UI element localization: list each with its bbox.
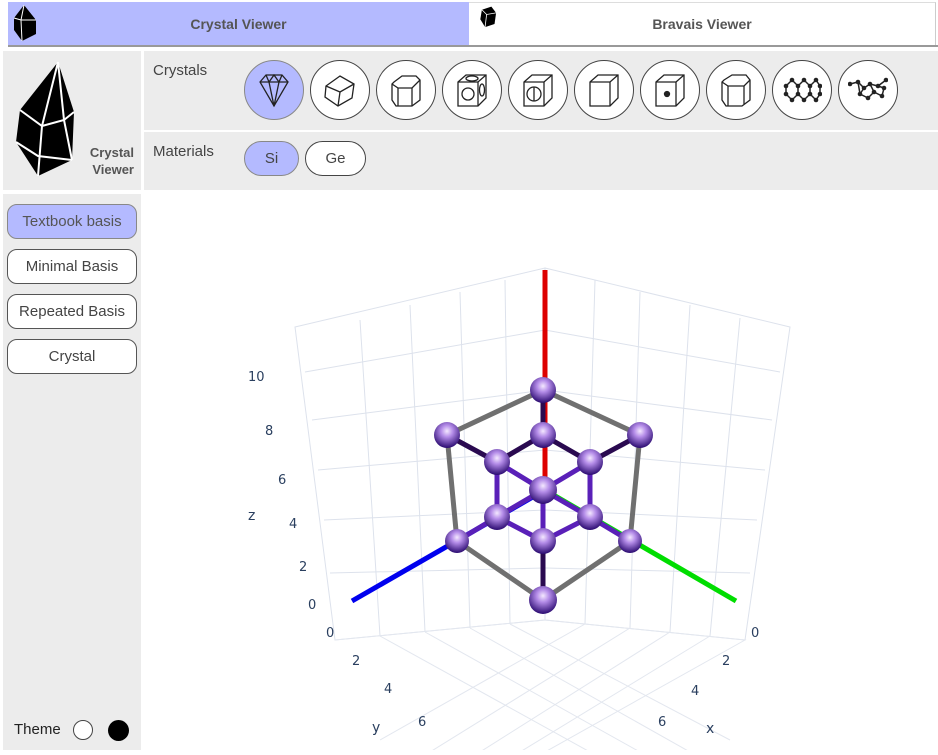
crystal-button-cube-circle[interactable] [508, 60, 568, 120]
rhombohedral-icon [324, 75, 355, 107]
z-tick-4: 4 [289, 517, 297, 532]
z-axis-label: z [248, 508, 255, 524]
y-tick-6: 6 [418, 715, 426, 730]
tab-crystal-viewer-label: Crystal Viewer [190, 15, 287, 32]
minimal-basis-button[interactable]: Minimal Basis [7, 249, 137, 284]
z-tick-8: 8 [265, 424, 273, 439]
material-ge-button[interactable]: Ge [305, 141, 366, 176]
tab-crystal-viewer[interactable]: Crystal Viewer [8, 2, 469, 45]
plot-canvas[interactable]: 0 2 4 6 8 10 z 0 2 4 6 y 0 2 4 6 x [144, 194, 938, 753]
atom[interactable] [577, 504, 603, 530]
z-tick-2: 2 [299, 560, 307, 575]
atom[interactable] [434, 422, 460, 448]
crystal-button-rhombohedral[interactable] [310, 60, 370, 120]
top-tab-bar: Crystal Viewer Bravais Viewer [0, 0, 938, 47]
theme-light-toggle[interactable] [73, 720, 93, 740]
theme-dark-toggle[interactable] [108, 720, 129, 741]
atom[interactable] [529, 476, 557, 504]
x-tick-4: 4 [691, 684, 699, 699]
cube-circle-icon [523, 74, 553, 107]
cube-icon [589, 74, 619, 107]
crystal-button-bcc[interactable] [640, 60, 700, 120]
x-axis-label: x [706, 721, 714, 737]
sidebar-separator [3, 190, 141, 194]
atom[interactable] [484, 449, 510, 475]
atom[interactable] [627, 422, 653, 448]
grid-floor [334, 619, 747, 753]
crystal-logo-icon [15, 61, 75, 177]
repeated-basis-button[interactable]: Repeated Basis [7, 294, 137, 329]
crystal-logo-icon [13, 4, 36, 42]
hexagonal-prism-icon [391, 75, 421, 107]
body-centered-cube-icon [655, 74, 685, 107]
molecule-chain-icon [848, 77, 888, 101]
crystal-button-cube[interactable] [574, 60, 634, 120]
y-axis-label: y [372, 720, 380, 736]
logo-text: Crystal Viewer [80, 144, 134, 178]
crystal-button-chain[interactable] [838, 60, 898, 120]
z-tick-0: 0 [308, 598, 316, 613]
diamond-icon [259, 73, 289, 108]
rocksalt-cube-icon [457, 74, 487, 107]
atom[interactable] [577, 449, 603, 475]
x-tick-6: 6 [658, 715, 666, 730]
graphene-icon [783, 77, 822, 103]
atom[interactable] [618, 529, 642, 553]
tab-bravais-viewer[interactable]: Bravais Viewer [469, 2, 936, 45]
z-tick-6: 6 [278, 473, 286, 488]
textbook-basis-button[interactable]: Textbook basis [7, 204, 137, 239]
materials-label: Materials [153, 143, 214, 160]
tab-divider [8, 45, 938, 47]
crystal-3d-plot[interactable]: 0 2 4 6 8 10 z 0 2 4 6 y 0 2 4 6 x [144, 194, 938, 753]
crystal-button-hexagonal[interactable] [376, 60, 436, 120]
crystals-label: Crystals [153, 62, 208, 79]
hexagonal-prism-alt-icon [721, 74, 751, 107]
crystal-button-rocksalt[interactable] [442, 60, 502, 120]
y-tick-4: 4 [384, 682, 392, 697]
crystal-button-diamond[interactable] [244, 60, 304, 120]
x-axis-ticks: 0 2 4 6 [658, 626, 759, 730]
y-axis-ticks: 0 2 4 6 [326, 626, 426, 730]
atom[interactable] [530, 422, 556, 448]
x-tick-0: 0 [751, 626, 759, 641]
atom[interactable] [529, 586, 557, 614]
atom[interactable] [445, 529, 469, 553]
bravais-logo-icon [480, 6, 497, 28]
y-tick-2: 2 [352, 654, 360, 669]
z-axis-ticks: 0 2 4 6 8 10 [248, 370, 316, 613]
crystal-button-hexagonal-alt[interactable] [706, 60, 766, 120]
y-tick-0: 0 [326, 626, 334, 641]
atom[interactable] [530, 528, 556, 554]
theme-label: Theme [14, 721, 61, 738]
tab-bravais-viewer-label: Bravais Viewer [652, 16, 752, 32]
logo-text-line1: Crystal [89, 145, 134, 160]
atom[interactable] [484, 504, 510, 530]
crystal-button[interactable]: Crystal [7, 339, 137, 374]
crystal-button-graphene[interactable] [772, 60, 832, 120]
z-tick-10: 10 [248, 370, 265, 385]
logo-text-line2: Viewer [92, 162, 134, 177]
material-si-button[interactable]: Si [244, 141, 299, 176]
atom[interactable] [530, 377, 556, 403]
x-tick-2: 2 [722, 654, 730, 669]
